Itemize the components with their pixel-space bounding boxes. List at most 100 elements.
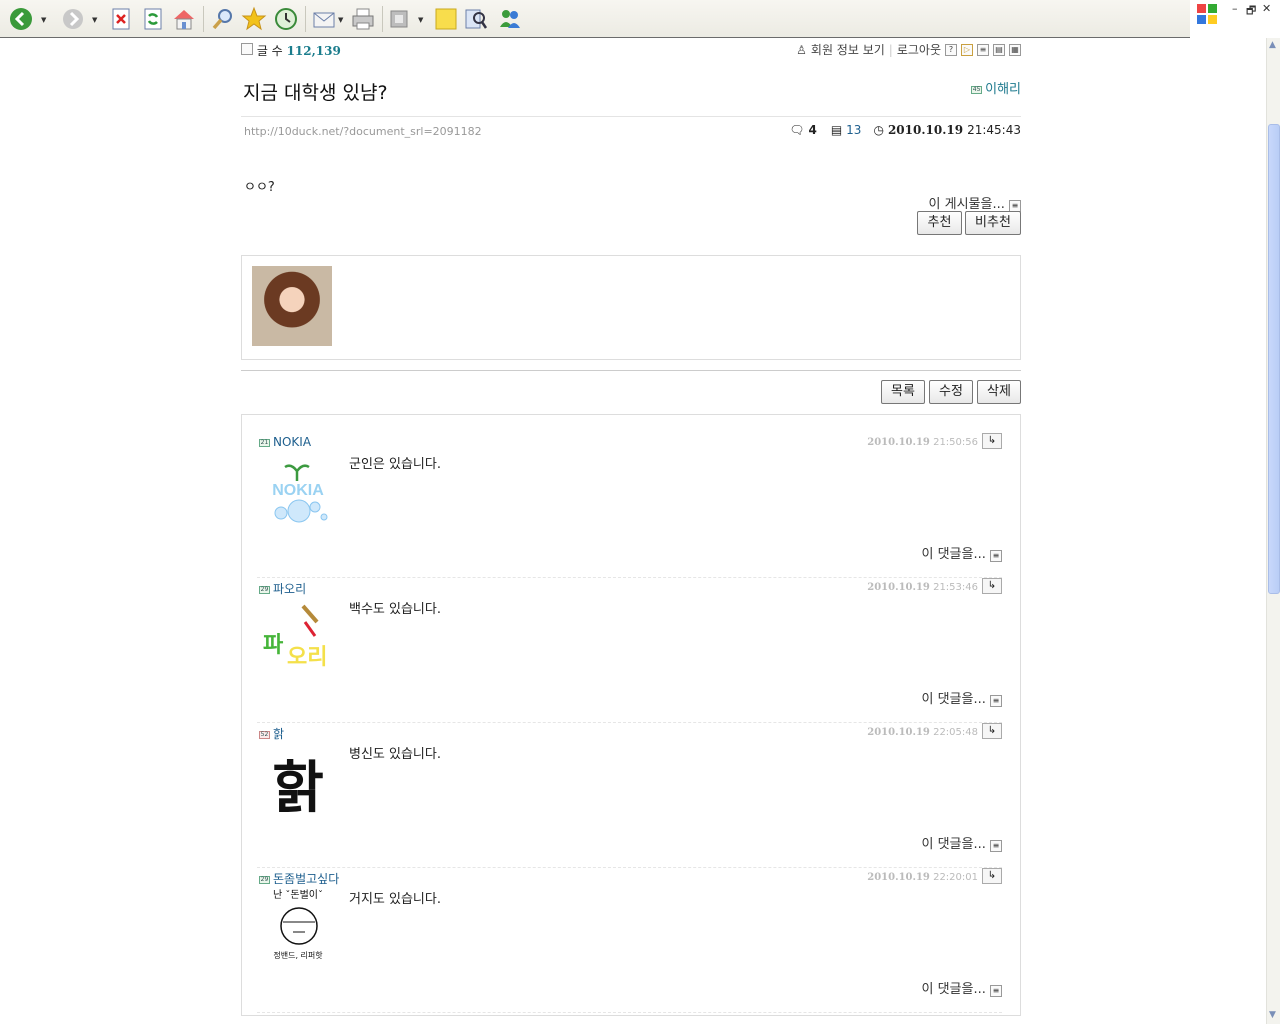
list-button[interactable]: 목록	[881, 380, 925, 404]
refresh-icon[interactable]	[140, 6, 166, 32]
comment-count: 4	[808, 123, 817, 137]
vertical-scrollbar[interactable]: ▲ ▼	[1266, 38, 1280, 1024]
reply-button[interactable]: ↳	[982, 868, 1002, 884]
scroll-up-icon[interactable]: ▲	[1269, 40, 1276, 50]
help-icon[interactable]: ?	[945, 43, 957, 56]
back-icon[interactable]	[8, 6, 34, 32]
divider	[241, 116, 1021, 117]
messenger-icon[interactable]	[497, 6, 523, 32]
avatar-text: NOKIA	[272, 482, 324, 499]
comment-count-icon: 🗨	[789, 123, 805, 137]
comment-author[interactable]: 29 파오리	[259, 580, 306, 597]
edit-icon[interactable]	[387, 6, 413, 32]
post-author[interactable]: 45 이해리	[971, 78, 1021, 97]
post-body: ㅇㅇ?	[244, 180, 275, 195]
avatar: 핡	[259, 741, 337, 821]
avatar-text: 난 ˇ돈벌이ˇ	[273, 889, 323, 901]
level-icon: 21	[259, 438, 270, 447]
share-icon[interactable]: ≡	[990, 550, 1002, 562]
post-share-menu[interactable]: 이 게시물을... ≡	[929, 193, 1021, 212]
reply-button[interactable]: ↳	[982, 723, 1002, 739]
delete-button[interactable]: 삭제	[977, 380, 1021, 404]
search-icon[interactable]	[210, 6, 236, 32]
mail-icon[interactable]	[311, 6, 337, 32]
signature-box	[241, 255, 1021, 360]
home-icon[interactable]	[171, 6, 197, 32]
note-icon[interactable]	[433, 6, 459, 32]
comment-date: 2010.10.19 22:05:48	[867, 727, 978, 738]
avatar-text: 정밴드, 리퍼핫	[273, 950, 323, 960]
window-controls: – 🗗 ✕	[1190, 0, 1280, 38]
browser-toolbar: ▼ ▼ ▼ ▼	[0, 0, 1190, 38]
mail-dropdown-icon[interactable]: ▼	[338, 16, 343, 24]
not-recommend-button[interactable]: 비추천	[965, 211, 1021, 235]
user-icon: ♙	[796, 42, 807, 57]
avatar: 난 ˇ돈벌이ˇ 정밴드, 리퍼핫	[259, 886, 337, 964]
avatar-text: 오리	[287, 645, 327, 670]
reply-button[interactable]: ↳	[982, 433, 1002, 449]
avatar-text: 파	[263, 633, 284, 658]
research-icon[interactable]	[463, 6, 489, 32]
edit-dropdown-icon[interactable]: ▼	[418, 16, 423, 24]
comment-author[interactable]: 29 돈좀벌고싶다	[259, 870, 339, 887]
avatar: 파 오리	[259, 596, 337, 674]
share-icon[interactable]: ≡	[990, 695, 1002, 707]
comment-item: 52 핡 2010.10.19 22:05:48 ↳ 핡 병신도 있습니다. 이 …	[257, 723, 1002, 868]
favorites-icon[interactable]	[241, 6, 267, 32]
forward-icon[interactable]	[60, 6, 86, 32]
restore-button[interactable]: 🗗	[1246, 2, 1256, 21]
comment-item: 29 돈좀벌고싶다 2010.10.19 22:20:01 ↳ 난 ˇ돈벌이ˇ 정…	[257, 868, 1002, 1013]
edit-button[interactable]: 수정	[929, 380, 973, 404]
member-info-link[interactable]: 회원 정보 보기	[811, 41, 885, 58]
stop-icon[interactable]	[108, 6, 134, 32]
avatar-text: 핡	[272, 756, 324, 819]
scrollbar-thumb[interactable]	[1268, 124, 1280, 594]
divider	[241, 370, 1021, 371]
rss-icon[interactable]: ▷	[961, 43, 973, 56]
windows-logo-icon	[1196, 3, 1218, 25]
share-icon[interactable]: ≡	[990, 985, 1002, 997]
post-url[interactable]: http://10duck.net/?document_srl=2091182	[244, 125, 482, 138]
level-icon: 29	[259, 585, 270, 594]
level-icon: 52	[259, 730, 270, 739]
comment-share-menu[interactable]: 이 댓글을... ≡	[921, 833, 1002, 852]
clock-icon: ◷	[873, 123, 884, 137]
comment-author[interactable]: 52 핡	[259, 725, 284, 742]
comment-text: 백수도 있습니다.	[349, 602, 441, 617]
level-icon: 29	[259, 875, 270, 884]
read-count-icon: ▤	[830, 123, 843, 137]
comment-item: 29 파오리 2010.10.19 21:53:46 ↳ 파 오리 백수도 있습니…	[257, 578, 1002, 723]
reply-button[interactable]: ↳	[982, 578, 1002, 594]
post-time: 21:45:43	[967, 123, 1021, 137]
comment-text: 거지도 있습니다.	[349, 892, 441, 907]
close-button[interactable]: ✕	[1262, 2, 1271, 15]
comment-share-menu[interactable]: 이 댓글을... ≡	[921, 543, 1002, 562]
post-count: 글 수 112,139	[241, 42, 341, 59]
minimize-button[interactable]: –	[1232, 2, 1238, 15]
comment-date: 2010.10.19 21:50:56	[867, 437, 978, 448]
recommend-button[interactable]: 추천	[917, 211, 962, 235]
comment-author[interactable]: 21 NOKIA	[259, 435, 311, 449]
author-photo	[252, 266, 332, 346]
list-view-icon[interactable]: ≡	[977, 43, 989, 56]
user-menu: ♙ 회원 정보 보기 | 로그아웃 ? ▷ ≡ ▤ ▦	[796, 41, 1021, 58]
board-content: 글 수 112,139 ♙ 회원 정보 보기 | 로그아웃 ? ▷ ≡ ▤ ▦ …	[241, 38, 1021, 1016]
share-icon[interactable]: ≡	[990, 840, 1002, 852]
gallery-view-icon[interactable]: ▦	[1009, 43, 1021, 56]
document-icon	[241, 43, 253, 55]
history-icon[interactable]	[273, 6, 299, 32]
post-meta: 🗨 4 ▤ 13 ◷ 2010.10.19 21:45:43	[789, 123, 1021, 137]
comment-date: 2010.10.19 21:53:46	[867, 582, 978, 593]
page-title: 지금 대학생 있냠?	[243, 82, 388, 104]
forward-dropdown-icon[interactable]: ▼	[92, 16, 97, 24]
comment-text: 병신도 있습니다.	[349, 747, 441, 762]
comment-share-menu[interactable]: 이 댓글을... ≡	[921, 978, 1002, 997]
webzine-view-icon[interactable]: ▤	[993, 43, 1005, 56]
back-dropdown-icon[interactable]: ▼	[41, 16, 46, 24]
comment-text: 군인은 있습니다.	[349, 457, 441, 472]
post-date: 2010.10.19	[887, 123, 964, 137]
comment-share-menu[interactable]: 이 댓글을... ≡	[921, 688, 1002, 707]
print-icon[interactable]	[350, 6, 376, 32]
scroll-down-icon[interactable]: ▼	[1269, 1010, 1276, 1020]
logout-link[interactable]: 로그아웃	[897, 41, 941, 58]
